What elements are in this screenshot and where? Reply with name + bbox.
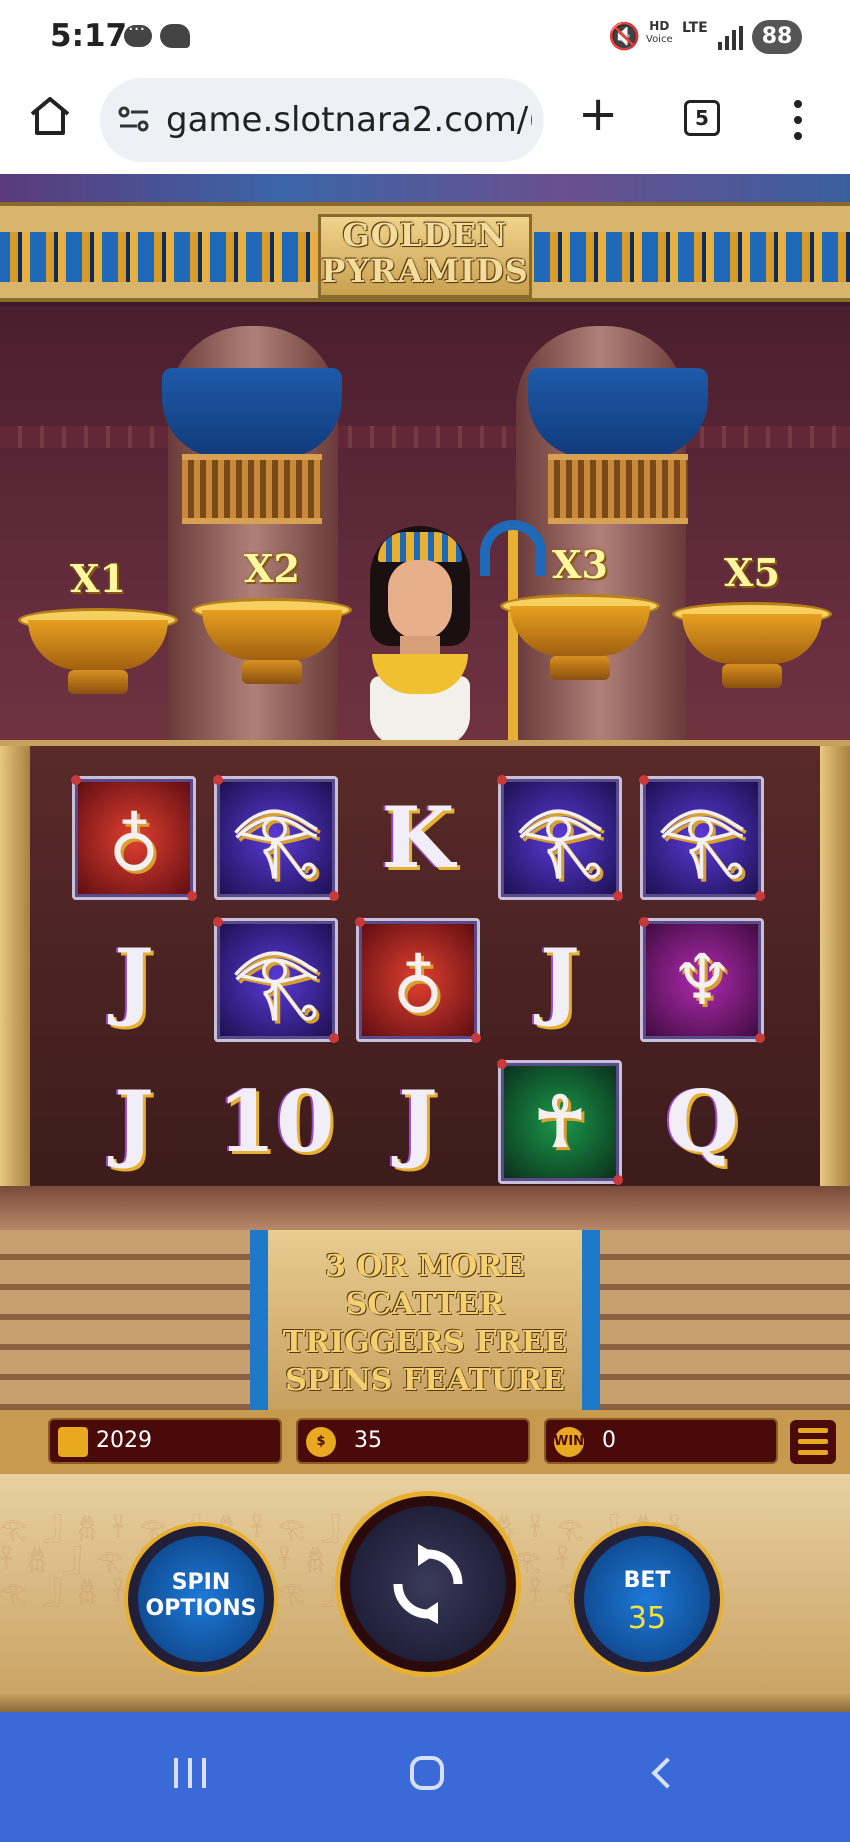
multiplier-bowl-x5: X5 xyxy=(672,550,832,692)
multiplier-bowl-x3: X3 xyxy=(500,542,660,684)
reel-symbol-j: J xyxy=(72,1060,196,1184)
new-tab-icon[interactable]: + xyxy=(578,90,618,138)
bowl-icon xyxy=(672,602,832,692)
reel-grid: ♁ J J 𓂀 𓂀 10 K ♁ J 𓂀 J ☥ 𓂀 ♆ Q xyxy=(71,775,772,1186)
spin-button[interactable] xyxy=(340,1496,516,1672)
reel-symbol-red-vase: ♁ xyxy=(71,775,197,901)
card-symbol: 10 xyxy=(217,1072,335,1171)
wallet-icon xyxy=(58,1427,88,1457)
hd-voice-icon: HD Voice xyxy=(646,19,673,46)
bowl-icon xyxy=(192,598,352,688)
reel-symbol-eye-of-horus: 𓂀 xyxy=(497,775,623,901)
hud-bar: 2029 $ 35 WIN 0 xyxy=(0,1410,850,1474)
overflow-menu-icon[interactable] xyxy=(790,96,806,144)
battery-indicator: 88 xyxy=(752,20,802,54)
win-display: WIN 0 xyxy=(544,1418,778,1464)
system-nav-bar xyxy=(0,1712,850,1842)
mute-icon: 🔇 xyxy=(608,22,641,52)
bet-value: 35 xyxy=(627,1601,667,1636)
menu-list-button[interactable] xyxy=(790,1420,836,1464)
balance-display: 2029 xyxy=(48,1418,282,1464)
home-nav-icon[interactable] xyxy=(410,1756,444,1790)
site-settings-icon[interactable] xyxy=(118,104,150,134)
reel-symbol-j: J xyxy=(498,918,622,1042)
reel-symbol-eye-of-horus: 𓂀 xyxy=(213,917,339,1043)
reel-symbol-q: Q xyxy=(640,1060,764,1184)
reel-symbol-j: J xyxy=(356,1060,480,1184)
reel-symbol-eye-of-horus: 𓂀 xyxy=(213,775,339,901)
bowl-icon xyxy=(18,608,178,698)
address-bar[interactable]: game.slotnara2.com/( xyxy=(100,78,544,162)
signal-icon xyxy=(718,26,744,50)
green-ankh-icon: ☥ xyxy=(533,1080,587,1163)
clock: 5:17 xyxy=(50,18,128,54)
win-icon: WIN xyxy=(554,1427,584,1457)
scatter-text-line: SPINS FEATURE xyxy=(285,1363,565,1398)
eye-of-horus-icon: 𓂀 xyxy=(232,796,320,879)
url-text: game.slotnara2.com/( xyxy=(166,100,532,140)
card-symbol: J xyxy=(114,930,154,1029)
reel-symbol-10: 10 xyxy=(214,1060,338,1184)
multiplier-bowl-x1: X1 xyxy=(18,556,178,698)
eye-of-horus-icon: 𓂀 xyxy=(232,938,320,1021)
card-symbol: J xyxy=(114,1072,154,1171)
red-vase-icon: ♁ xyxy=(108,796,160,879)
control-panel: 𓂀 𓃀 𓆣 𓋹 𓂀 𓃀 𓆣 𓋹 𓂀 𓃀 𓆣 𓋹 𓂀 𓃀 𓆣 𓋹 𓂀 𓃀 𓆣 𓋹𓋹… xyxy=(0,1474,850,1712)
home-icon[interactable] xyxy=(28,94,72,138)
reel-symbol-k: K xyxy=(356,776,480,900)
reel-area: ♁ J J 𓂀 𓂀 10 K ♁ J 𓂀 J ☥ 𓂀 ♆ Q xyxy=(0,740,850,1236)
coin-icon: $ xyxy=(306,1427,336,1457)
game-canvas[interactable]: GOLDEN PYRAMIDS X1 X2 X3 X5 ♁ J J 𓂀 𓂀 10… xyxy=(0,174,850,1712)
scatter-text-line: 3 OR MORE xyxy=(325,1249,525,1284)
bowl-icon xyxy=(500,594,660,684)
reel-symbol-j: J xyxy=(72,918,196,1042)
eye-of-horus-icon: 𓂀 xyxy=(658,796,746,879)
reel-symbol-green-ankh: ☥ xyxy=(497,1059,623,1185)
status-bar: 5:17 🔇 HD Voice LTE 88 xyxy=(0,0,850,72)
lte-icon: LTE xyxy=(682,20,708,36)
reel-symbol-eye-of-horus: 𓂀 xyxy=(639,775,765,901)
card-symbol: J xyxy=(398,1072,438,1171)
scatter-text-line: SCATTER xyxy=(345,1287,505,1322)
game-logo: GOLDEN PYRAMIDS xyxy=(318,214,532,298)
reel-symbol-red-vase: ♁ xyxy=(355,917,481,1043)
spin-options-button[interactable]: SPIN OPTIONS xyxy=(128,1526,274,1672)
sky-strip xyxy=(0,174,850,204)
coin-value-display: $ 35 xyxy=(296,1418,530,1464)
tab-switcher-button[interactable]: 5 xyxy=(684,100,720,136)
back-icon[interactable] xyxy=(651,1757,683,1789)
reel-symbol-purple-jewel-chalice: ♆ xyxy=(639,917,765,1043)
messenger-icon xyxy=(124,19,152,47)
card-symbol: Q xyxy=(665,1072,739,1171)
bird-icon xyxy=(160,24,190,48)
browser-toolbar: game.slotnara2.com/( + 5 xyxy=(0,72,850,174)
scatter-info-tablet: 3 OR MORE SCATTER TRIGGERS FREE SPINS FE… xyxy=(250,1230,600,1410)
eye-of-horus-icon: 𓂀 xyxy=(516,796,604,879)
card-symbol: J xyxy=(540,930,580,1029)
purple-jewel-chalice-icon: ♆ xyxy=(670,938,734,1021)
spin-arrows-icon xyxy=(393,1544,463,1624)
red-vase-icon: ♁ xyxy=(392,938,444,1021)
recents-icon[interactable] xyxy=(174,1758,208,1790)
bet-button[interactable]: BET 35 xyxy=(574,1526,720,1672)
scatter-text-line: TRIGGERS FREE xyxy=(282,1325,568,1360)
card-symbol: K xyxy=(381,788,455,887)
multiplier-bowl-x2: X2 xyxy=(192,546,352,688)
